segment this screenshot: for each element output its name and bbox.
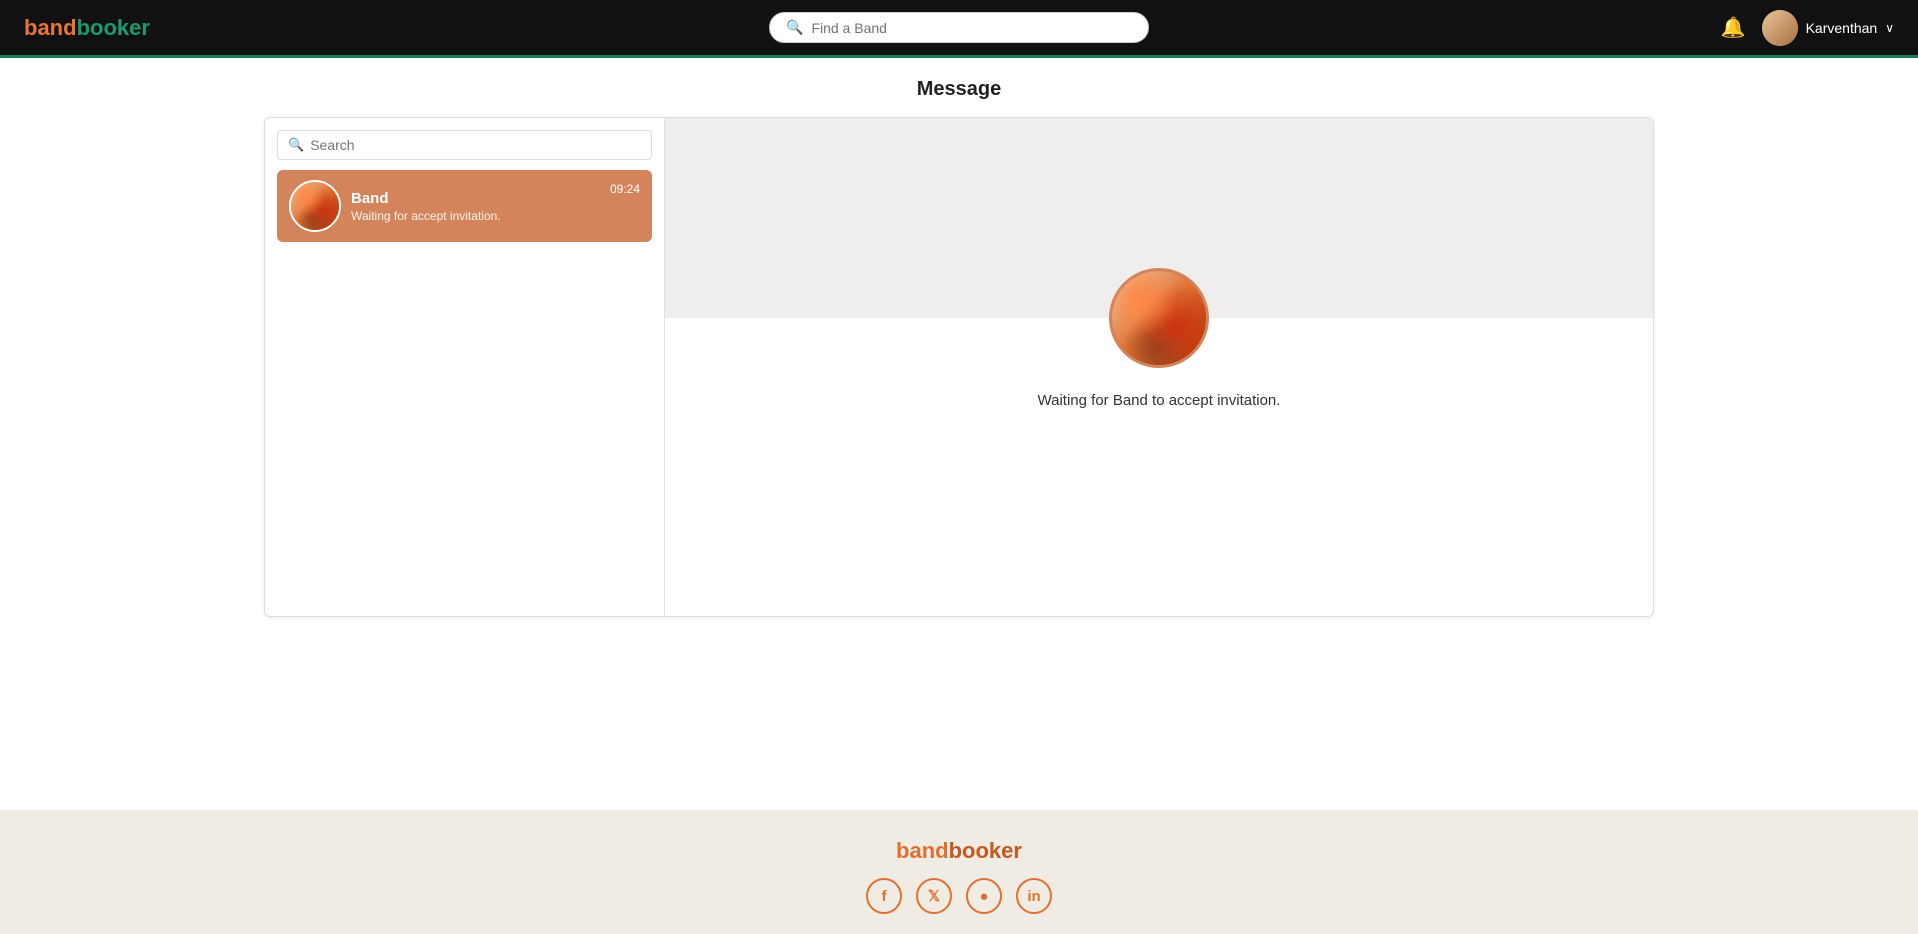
conversation-search-box: 🔍: [277, 130, 652, 160]
twitter-icon[interactable]: 𝕏: [916, 878, 952, 914]
logo-booker: booker: [77, 15, 150, 41]
conversation-info: Band Waiting for accept invitation.: [351, 190, 600, 223]
conversation-item[interactable]: Band Waiting for accept invitation. 09:2…: [277, 170, 652, 242]
conversation-name: Band: [351, 190, 600, 207]
conversation-avatar: [289, 180, 341, 232]
footer-socials: f 𝕏 ● in: [866, 878, 1052, 914]
avatar: [1762, 10, 1798, 46]
search-box-icon: 🔍: [288, 137, 304, 153]
logo-band: band: [24, 15, 77, 41]
footer: bandbooker f 𝕏 ● in: [0, 810, 1918, 934]
band-avatar-large: [1109, 268, 1209, 368]
header: bandbooker 🔍 🔔 Karventhan ∨: [0, 0, 1918, 58]
footer-logo-booker: booker: [949, 838, 1022, 863]
conversation-time: 09:24: [610, 182, 640, 196]
avatar-image: [1762, 10, 1798, 46]
right-panel: Waiting for Band to accept invitation.: [665, 118, 1653, 616]
main-content: Message 🔍 Band Waiting for accept invita…: [0, 58, 1918, 810]
band-avatar-large-art: [1112, 271, 1206, 365]
user-menu[interactable]: Karventhan ∨: [1762, 10, 1894, 46]
facebook-icon[interactable]: f: [866, 878, 902, 914]
linkedin-icon[interactable]: in: [1016, 878, 1052, 914]
user-name-label: Karventhan: [1806, 20, 1878, 36]
notification-bell-icon[interactable]: 🔔: [1721, 15, 1746, 40]
instagram-icon[interactable]: ●: [966, 878, 1002, 914]
waiting-status-text: Waiting for Band to accept invitation.: [1038, 392, 1281, 409]
chevron-down-icon: ∨: [1885, 21, 1894, 35]
right-content: Waiting for Band to accept invitation.: [665, 318, 1653, 409]
header-search-wrapper: 🔍: [769, 12, 1149, 43]
logo[interactable]: bandbooker: [24, 15, 150, 41]
page-title: Message: [917, 78, 1002, 101]
header-right: 🔔 Karventhan ∨: [1721, 10, 1894, 46]
message-container: 🔍 Band Waiting for accept invitation. 09…: [264, 117, 1654, 617]
footer-logo: bandbooker: [896, 838, 1022, 864]
header-search-icon: 🔍: [786, 19, 803, 36]
conversation-search-input[interactable]: [310, 137, 641, 153]
conversation-status: Waiting for accept invitation.: [351, 209, 600, 223]
footer-logo-band: band: [896, 838, 949, 863]
header-search-box: 🔍: [769, 12, 1149, 43]
header-search-input[interactable]: [811, 20, 1132, 36]
conversation-avatar-art: [291, 182, 339, 230]
left-panel: 🔍 Band Waiting for accept invitation. 09…: [265, 118, 665, 616]
